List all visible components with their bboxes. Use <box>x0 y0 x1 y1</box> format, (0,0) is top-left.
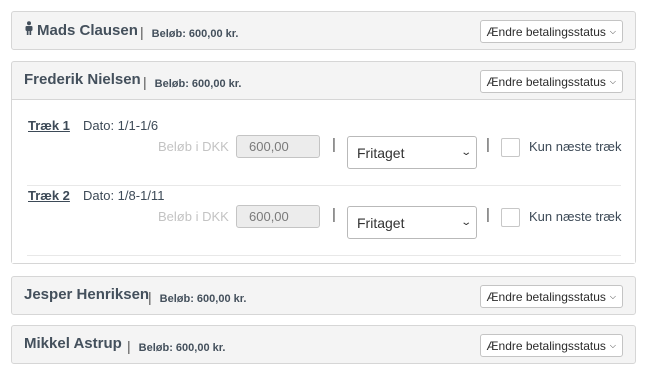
separator: | <box>127 338 131 354</box>
draws-panel-body: Træk 1 Dato: 1/1-1/6 Beløb i DKK | Frita… <box>12 99 635 263</box>
participant-name: Jesper Henriksen <box>24 286 150 303</box>
draw-date: Dato: 1/8-1/11 <box>83 188 165 203</box>
panel-header: Frederik Nielsen | Beløb: 600,00 kr. Ændr… <box>12 62 635 99</box>
status-button-label: Ændre betalingsstatus <box>486 338 606 353</box>
panel-header: Jesper Henriksen | Beløb: 600,00 kr. Ændr… <box>12 277 635 314</box>
status-button-label: Ændre betalingsstatus <box>486 74 606 89</box>
participant-name: Mikkel Astrup <box>24 335 122 352</box>
chevron-down-icon: ⌄ <box>459 147 472 158</box>
draw-link[interactable]: Træk 2 <box>28 188 70 203</box>
draw-row: Træk 1 Dato: 1/1-1/6 Beløb i DKK | Frita… <box>27 116 622 186</box>
participant-panel-frederik: Frederik Nielsen | Beløb: 600,00 kr. Ændr… <box>11 61 636 264</box>
participant-name: Mads Clausen <box>24 21 138 39</box>
change-payment-status-button[interactable]: Ændre betalingsstatus ⌵ <box>479 70 623 93</box>
participant-panel-mads: Mads Clausen | Beløb: 600,00 kr. Ændre be… <box>11 11 636 50</box>
amount-summary: | Beløb: 600,00 kr. <box>140 24 238 40</box>
draw-row: Træk 2 Dato: 1/8-1/11 Beløb i DKK | Frit… <box>27 186 622 256</box>
amount-text: Beløb: 600,00 kr. <box>154 78 242 90</box>
status-button-label: Ændre betalingsstatus <box>486 24 606 39</box>
amount-text: Beløb: 600,00 kr. <box>159 293 247 305</box>
change-payment-status-button[interactable]: Ændre betalingsstatus ⌵ <box>479 20 623 43</box>
amount-label: Beløb i DKK <box>158 139 229 154</box>
panel-header: Mikkel Astrup | Beløb: 600,00 kr. Ændre b… <box>12 326 635 363</box>
amount-label: Beløb i DKK <box>158 209 229 224</box>
change-payment-status-button[interactable]: Ændre betalingsstatus ⌵ <box>479 334 623 357</box>
next-draw-only-checkbox[interactable] <box>501 208 520 227</box>
person-icon <box>24 21 34 39</box>
amount-text: Beløb: 600,00 kr. <box>138 342 226 354</box>
amount-text: Beløb: 600,00 kr. <box>151 28 239 40</box>
checkbox-label: Kun næste træk <box>529 209 622 224</box>
panel-header: Mads Clausen | Beløb: 600,00 kr. Ændre be… <box>12 12 635 49</box>
status-select[interactable]: Fritaget ⌄ <box>347 206 477 239</box>
amount-input[interactable] <box>236 135 320 158</box>
chevron-down-icon: ⌄ <box>459 217 472 228</box>
separator: | <box>486 206 490 223</box>
draw-link[interactable]: Træk 1 <box>28 118 70 133</box>
status-button-label: Ændre betalingsstatus <box>486 289 606 304</box>
amount-summary: | Beløb: 600,00 kr. <box>143 74 241 90</box>
amount-summary: | Beløb: 600,00 kr. <box>148 289 246 305</box>
chevron-down-icon: ⌵ <box>609 291 616 301</box>
participant-panel-mikkel: Mikkel Astrup | Beløb: 600,00 kr. Ændre b… <box>11 325 636 364</box>
draw-date: Dato: 1/1-1/6 <box>83 118 159 133</box>
participant-panel-jesper: Jesper Henriksen | Beløb: 600,00 kr. Ændr… <box>11 276 636 315</box>
change-payment-status-button[interactable]: Ændre betalingsstatus ⌵ <box>479 285 623 308</box>
chevron-down-icon: ⌵ <box>609 26 616 36</box>
checkbox-label: Kun næste træk <box>529 139 622 154</box>
next-draw-only-checkbox[interactable] <box>501 138 520 157</box>
amount-input[interactable] <box>236 205 320 228</box>
separator: | <box>143 74 147 90</box>
separator: | <box>332 136 336 153</box>
participant-name: Frederik Nielsen <box>24 71 141 88</box>
separator: | <box>140 24 144 40</box>
participant-name-text: Mads Clausen <box>37 22 138 39</box>
amount-summary: | Beløb: 600,00 kr. <box>127 338 225 354</box>
separator: | <box>148 289 152 305</box>
chevron-down-icon: ⌵ <box>609 340 616 350</box>
chevron-down-icon: ⌵ <box>609 76 616 86</box>
separator: | <box>486 136 490 153</box>
separator: | <box>332 206 336 223</box>
status-select-value: Fritaget <box>357 214 405 231</box>
status-select[interactable]: Fritaget ⌄ <box>347 136 477 169</box>
status-select-value: Fritaget <box>357 144 405 161</box>
